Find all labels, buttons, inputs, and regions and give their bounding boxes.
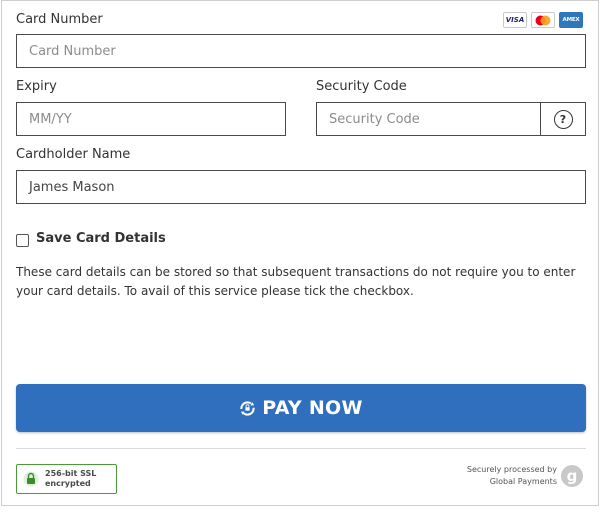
- expiry-input[interactable]: MM/YY: [16, 102, 286, 136]
- secure-line-2: Global Payments: [489, 477, 557, 486]
- card-number-placeholder: Card Number: [29, 43, 116, 59]
- global-payments-logo: g: [561, 465, 583, 487]
- processor-badge: Securely processed by Global Payments g: [467, 464, 583, 488]
- save-card-checkbox[interactable]: [16, 234, 29, 247]
- save-card-info: These card details can be stored so that…: [16, 265, 576, 298]
- cardholder-input[interactable]: James Mason: [16, 170, 586, 204]
- payment-form: Card Number VISA AMEX Card Number Expiry…: [1, 0, 599, 506]
- expiry-placeholder: MM/YY: [29, 111, 72, 127]
- pay-now-label: PAY NOW: [262, 397, 363, 419]
- ssl-badge: 256-bit SSL encrypted: [16, 464, 117, 494]
- secure-line-1: Securely processed by: [466, 465, 557, 474]
- card-number-label: Card Number: [16, 12, 103, 27]
- security-code-help-button[interactable]: ?: [540, 102, 586, 136]
- cardholder-label: Cardholder Name: [16, 147, 131, 162]
- pay-now-button[interactable]: PAY NOW: [16, 384, 586, 432]
- mastercard-icon: [531, 12, 555, 28]
- footer-divider: [16, 448, 586, 449]
- question-icon: ?: [553, 109, 573, 129]
- expiry-label: Expiry: [16, 79, 57, 94]
- security-code-input[interactable]: Security Code: [316, 102, 541, 136]
- accepted-cards: VISA AMEX: [503, 12, 583, 28]
- security-code-label: Security Code: [316, 79, 407, 94]
- ssl-line-2: encrypted: [45, 479, 91, 488]
- visa-icon: VISA: [503, 12, 527, 28]
- card-number-input[interactable]: Card Number: [16, 34, 586, 68]
- amex-icon: AMEX: [559, 12, 583, 28]
- save-card-label[interactable]: Save Card Details: [36, 231, 166, 246]
- cardholder-value: James Mason: [29, 179, 115, 195]
- ssl-lock-icon: [23, 471, 39, 487]
- security-code-placeholder: Security Code: [329, 111, 420, 127]
- ssl-line-1: 256-bit SSL: [45, 469, 97, 478]
- pay-cycle-icon: [240, 400, 255, 416]
